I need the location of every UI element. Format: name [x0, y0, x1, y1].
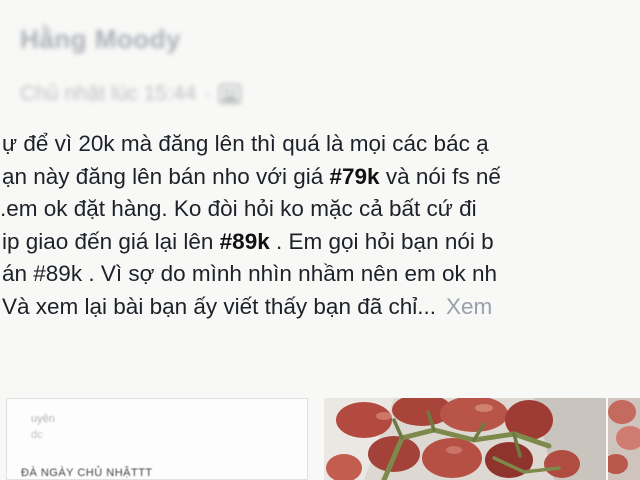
text-segment: ip giao đến giá lại lên [2, 228, 220, 254]
thumb-text: dc [31, 429, 43, 441]
price-hashtag[interactable]: #89k [220, 229, 270, 254]
post-meta: Chủ nhật lúc 15:44 · [20, 82, 242, 106]
post-text-line: .em ok đặt hàng. Ko đòi hỏi ko mặc cả bấ… [0, 193, 640, 226]
attachment-thumbnail-screenshot[interactable]: uyên dc ĐÀ NGÀY CHỦ NHẬTTT [6, 398, 308, 480]
author-name[interactable]: Hằng Moody [20, 24, 181, 55]
text-segment: và nói fs nế [379, 163, 501, 189]
see-more-link[interactable]: Xem [446, 294, 492, 319]
text-segment: Và xem lại bài bạn ấy viết thấy bạn đã c… [2, 293, 437, 319]
text-segment: ạn này đăng lên bán nho với giá [2, 163, 330, 189]
thumb-text: uyên [31, 413, 55, 425]
post-text-line: ạn này đăng lên bán nho với giá #79k và … [0, 161, 640, 194]
post-body: ự để vì 20k mà đăng lên thì quá là mọi c… [0, 128, 640, 323]
attachment-thumbnail-grapes[interactable] [324, 398, 606, 480]
post-text-line: án #89k . Vì sợ do mình nhìn nhầm nên em… [0, 258, 640, 291]
attachment-thumbnail-more[interactable] [608, 398, 640, 480]
grapes-photo [324, 398, 606, 480]
post-text-line: ự để vì 20k mà đăng lên thì quá là mọi c… [0, 128, 640, 161]
text-segment: ự để vì 20k mà đăng lên thì quá là mọi c… [2, 131, 489, 156]
text-segment: án #89k . Vì sợ do mình nhìn nhầm nên em… [2, 261, 498, 286]
price-hashtag[interactable]: #79k [330, 164, 380, 189]
thumb-text: ĐÀ NGÀY CHỦ NHẬTTT [21, 467, 153, 479]
attachment-strip: uyên dc ĐÀ NGÀY CHỦ NHẬTTT [0, 398, 640, 480]
meta-separator: · [204, 82, 212, 105]
text-segment: . Em gọi hỏi bạn nói b [269, 228, 494, 254]
post-header: Hằng Moody Chủ nhật lúc 15:44 · [18, 20, 438, 105]
post-text-line: Và xem lại bài bạn ấy viết thấy bạn đã c… [0, 291, 640, 324]
grapes-photo-partial [608, 398, 640, 480]
post-timestamp[interactable]: Chủ nhật lúc 15:44 [20, 82, 196, 106]
facebook-post: Hằng Moody Chủ nhật lúc 15:44 · ự để vì … [0, 0, 640, 480]
text-segment: .em ok đặt hàng. Ko đòi hỏi ko mặc cả bấ… [0, 196, 477, 221]
post-text-line: ip giao đến giá lại lên #89k . Em gọi hỏ… [0, 226, 640, 259]
friends-icon[interactable] [219, 84, 242, 104]
